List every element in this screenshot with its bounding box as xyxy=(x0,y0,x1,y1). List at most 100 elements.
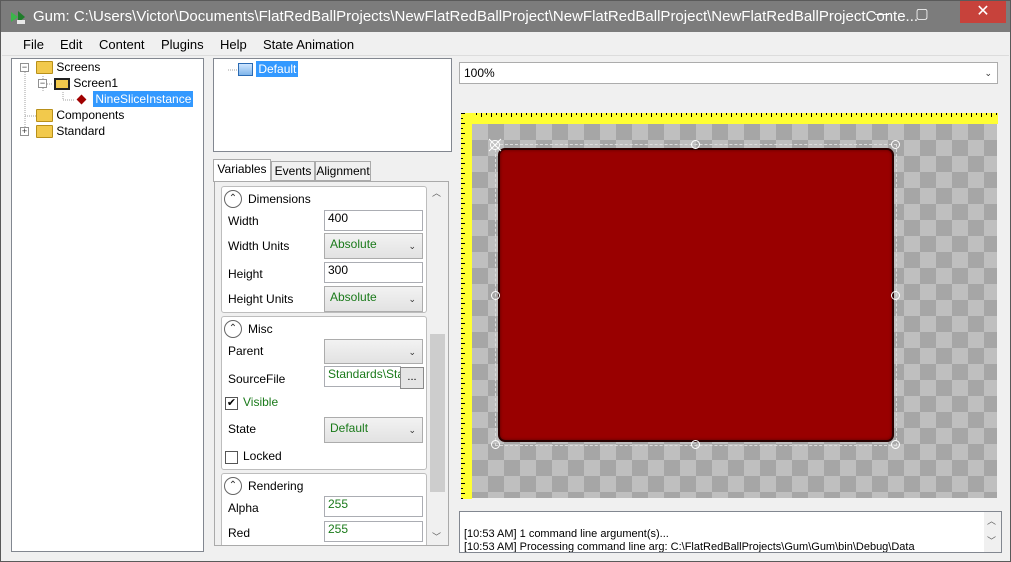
resize-handle-bottom-left[interactable] xyxy=(491,440,500,449)
group-misc: ⌃ Misc Parent ⌄ SourceFile Standards\Sta… xyxy=(221,316,427,470)
title-bar[interactable]: Gum: C:\Users\Victor\Documents\FlatRedBa… xyxy=(1,1,1010,32)
folder-icon xyxy=(36,61,53,75)
menu-edit[interactable]: Edit xyxy=(60,37,82,52)
width-input[interactable]: 400 xyxy=(324,210,423,231)
resize-handle-right[interactable] xyxy=(891,291,900,300)
screen-icon xyxy=(54,77,70,90)
tree-item-screen1[interactable]: Screen1 xyxy=(54,76,118,92)
width-label: Width xyxy=(228,214,259,228)
width-units-label: Width Units xyxy=(228,239,290,253)
horizontal-ruler[interactable] xyxy=(461,113,998,124)
resize-handle-bottom-right[interactable] xyxy=(891,440,900,449)
chevron-down-icon: ⌄ xyxy=(408,347,416,357)
menu-file[interactable]: File xyxy=(23,37,44,52)
group-rendering: ⌃ Rendering Alpha 255 Red 255 xyxy=(221,473,427,545)
dropdown-value: Absolute xyxy=(330,237,377,251)
chevron-down-icon: ⌄ xyxy=(408,294,416,304)
visible-label: Visible xyxy=(243,395,279,409)
property-scrollbar[interactable]: ︿ ﹀ xyxy=(429,184,446,545)
height-input[interactable]: 300 xyxy=(324,262,423,283)
tree-item-components[interactable]: Components xyxy=(36,108,124,124)
chevron-down-icon: ⌄ xyxy=(408,425,416,435)
output-log[interactable]: [10:53 AM] 1 command line argument(s)...… xyxy=(459,511,1002,553)
tree-item-screens[interactable]: Screens xyxy=(36,60,100,76)
project-tree-panel: − Screens − Screen1 NineSliceInstance Co… xyxy=(11,58,204,552)
tree-item-label: Standard xyxy=(56,124,106,138)
log-line: [10:53 AM] 1 command line argument(s)... xyxy=(464,528,669,540)
alpha-input[interactable]: 255 xyxy=(324,496,423,517)
state-item-default[interactable]: Default xyxy=(238,61,299,78)
dropdown-value: Default xyxy=(330,421,369,435)
instance-icon xyxy=(76,94,87,105)
property-grid: ⌃ Dimensions Width 400 Width Units Absol… xyxy=(214,181,449,546)
resize-handle-top[interactable] xyxy=(691,140,700,149)
parent-label: Parent xyxy=(228,344,264,358)
width-units-dropdown[interactable]: Absolute ⌄ xyxy=(324,233,423,259)
resize-handle-top-right[interactable] xyxy=(891,140,900,149)
vertical-ruler[interactable] xyxy=(461,113,472,499)
state-label: State xyxy=(228,422,257,436)
alpha-label: Alpha xyxy=(228,501,259,515)
zoom-dropdown[interactable]: 100% ⌄ xyxy=(459,62,998,84)
menu-plugins[interactable]: Plugins xyxy=(161,37,204,52)
collapse-icon[interactable]: ⌃ xyxy=(224,190,242,208)
collapse-icon[interactable]: ⌃ xyxy=(224,477,242,495)
sourcefile-input[interactable]: Standards\Stan xyxy=(324,366,401,387)
origin-marker-icon[interactable] xyxy=(488,138,502,152)
tab-events[interactable]: Events xyxy=(271,161,315,181)
gum-app-icon xyxy=(11,11,25,24)
height-units-dropdown[interactable]: Absolute ⌄ xyxy=(324,286,423,312)
height-label: Height xyxy=(228,267,263,281)
window-title: Gum: C:\Users\Victor\Documents\FlatRedBa… xyxy=(33,8,919,25)
state-label: Default xyxy=(256,61,299,77)
folder-icon xyxy=(36,125,53,139)
menu-help[interactable]: Help xyxy=(220,37,247,52)
menu-content[interactable]: Content xyxy=(99,37,145,52)
tree-item-nineslice-instance[interactable]: NineSliceInstance xyxy=(76,91,194,108)
nineslice-instance[interactable] xyxy=(498,148,894,442)
state-dropdown[interactable]: Default ⌄ xyxy=(324,417,423,443)
expand-standard-icon[interactable]: + xyxy=(20,127,29,136)
expand-screen1-icon[interactable]: − xyxy=(38,79,47,88)
tab-alignment[interactable]: Alignment xyxy=(315,161,371,181)
browse-button[interactable]: ... xyxy=(400,367,424,389)
scroll-up-icon[interactable]: ︿ xyxy=(987,514,996,527)
ruler-ticks xyxy=(461,113,998,124)
tab-variables[interactable]: Variables xyxy=(213,159,271,182)
close-button[interactable]: ✕ xyxy=(960,1,1006,23)
group-title: Rendering xyxy=(248,479,304,493)
height-units-label: Height Units xyxy=(228,292,294,306)
scroll-down-icon[interactable]: ﹀ xyxy=(987,534,996,547)
tree-item-standard[interactable]: Standard xyxy=(36,124,105,140)
red-label: Red xyxy=(228,526,251,540)
parent-dropdown[interactable]: ⌄ xyxy=(324,339,423,364)
resize-handle-left[interactable] xyxy=(491,291,500,300)
sourcefile-label: SourceFile xyxy=(228,372,286,386)
minimize-button[interactable]: — xyxy=(866,2,898,26)
scroll-thumb[interactable] xyxy=(430,334,445,492)
chevron-down-icon: ⌄ xyxy=(984,68,992,78)
state-icon xyxy=(238,63,253,77)
dropdown-value: Absolute xyxy=(330,290,377,304)
locked-checkbox[interactable] xyxy=(225,451,238,464)
group-title: Dimensions xyxy=(248,192,311,206)
scroll-down-icon[interactable]: ﹀ xyxy=(432,530,441,543)
scroll-up-icon[interactable]: ︿ xyxy=(432,186,441,199)
folder-icon xyxy=(36,109,53,123)
tree-item-label: Screens xyxy=(56,60,101,74)
visible-checkbox[interactable]: ✔ xyxy=(225,397,238,410)
log-line: [10:53 AM] Processing command line arg: … xyxy=(464,541,915,553)
output-scrollbar[interactable]: ︿ ﹀ xyxy=(984,512,1001,552)
main-window: Gum: C:\Users\Victor\Documents\FlatRedBa… xyxy=(0,0,1011,562)
tree-item-label: Components xyxy=(56,108,125,122)
menu-state-animation[interactable]: State Animation xyxy=(263,37,354,52)
expand-screens-icon[interactable]: − xyxy=(20,63,29,72)
chevron-down-icon: ⌄ xyxy=(408,241,416,251)
resize-handle-bottom[interactable] xyxy=(691,440,700,449)
menu-bar: File Edit Content Plugins Help State Ani… xyxy=(2,32,1009,56)
ruler-ticks xyxy=(461,113,472,499)
tree-item-label: NineSliceInstance xyxy=(93,91,194,107)
red-input[interactable]: 255 xyxy=(324,521,423,542)
collapse-icon[interactable]: ⌃ xyxy=(224,320,242,338)
maximize-button[interactable]: ▢ xyxy=(906,2,938,26)
